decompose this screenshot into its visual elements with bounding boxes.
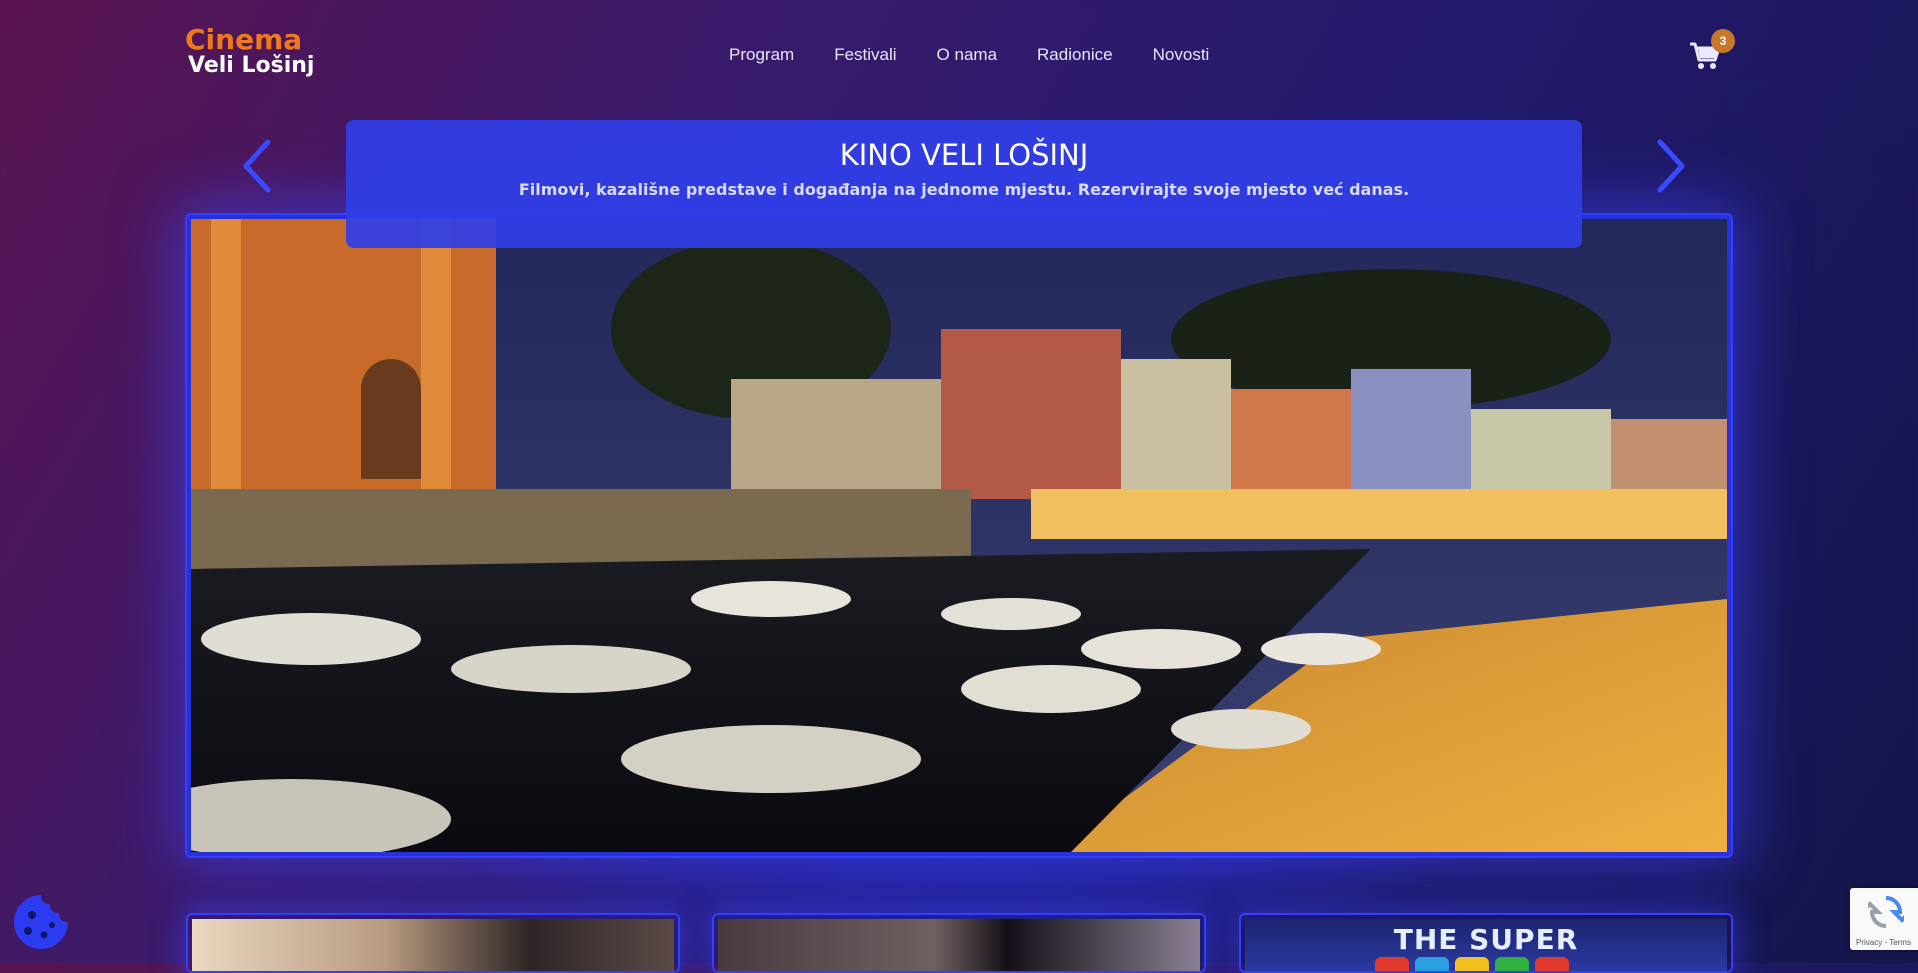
poster-title: THE SUPER: [1393, 923, 1579, 956]
logo-line-2: Veli Lošinj: [188, 53, 315, 78]
poster-logo-letters: [1375, 957, 1569, 971]
chevron-right-icon[interactable]: [1650, 138, 1690, 194]
movie-poster-3: THE SUPER: [1245, 919, 1727, 971]
movie-card[interactable]: [712, 913, 1206, 973]
cart-count-badge: 3: [1711, 29, 1735, 53]
movie-card[interactable]: THE SUPER: [1239, 913, 1733, 973]
recaptcha-badge[interactable]: Privacy - Terms: [1850, 888, 1918, 950]
movie-poster-2: [718, 919, 1200, 971]
hero-slider: [185, 213, 1733, 858]
nav-item-radionice[interactable]: Radionice: [1037, 45, 1113, 65]
movie-poster-1: [192, 919, 674, 971]
main-nav: Program Festivali O nama Radionice Novos…: [729, 45, 1249, 65]
nav-item-o-nama[interactable]: O nama: [937, 45, 997, 65]
harbor-night-photo: [191, 219, 1727, 852]
hero-banner: KINO VELI LOŠINJ Filmovi, kazališne pred…: [346, 120, 1582, 248]
hero-subtitle: Filmovi, kazališne predstave i događanja…: [518, 180, 1410, 199]
recaptcha-text[interactable]: Privacy - Terms: [1856, 938, 1911, 947]
chevron-left-icon[interactable]: [238, 138, 278, 194]
cookie-icon[interactable]: [12, 893, 70, 951]
site-logo[interactable]: Cinema Veli Lošinj: [185, 26, 314, 77]
recaptcha-icon: [1868, 896, 1904, 928]
movie-card[interactable]: [186, 913, 680, 973]
nav-item-novosti[interactable]: Novosti: [1153, 45, 1210, 65]
nav-item-festivali[interactable]: Festivali: [834, 45, 896, 65]
hero-title: KINO VELI LOŠINJ: [839, 138, 1089, 172]
nav-item-program[interactable]: Program: [729, 45, 794, 65]
logo-line-1: Cinema: [185, 23, 303, 56]
